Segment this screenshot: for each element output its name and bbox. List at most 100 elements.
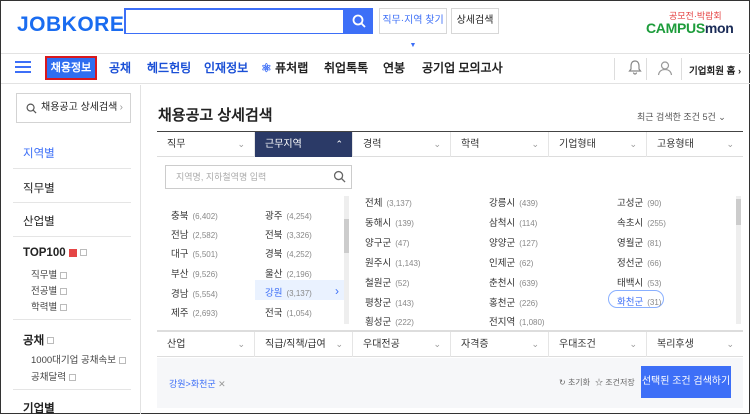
chevron-down-icon: ⌄ <box>335 339 343 349</box>
city-item[interactable]: 전지역 (1,080) <box>489 314 545 328</box>
tab-company-type[interactable]: 기업형태 ⌄ <box>549 132 647 157</box>
region-search-input[interactable]: 지역명, 지하철역명 입력 <box>165 165 352 189</box>
search-icon <box>26 103 37 114</box>
bell-icon[interactable] <box>627 59 643 79</box>
city-item[interactable]: 평창군 (143) <box>365 295 414 309</box>
city-item[interactable]: 정선군 (66) <box>617 255 661 269</box>
menu-icon[interactable] <box>15 61 31 73</box>
save-conditions-button[interactable]: ☆ 조건저장 <box>595 377 635 388</box>
apply-search-button[interactable]: 선택된 조건 검색하기 <box>641 366 731 398</box>
campusmon-logo[interactable]: CAMPUSmon <box>646 20 734 36</box>
nav-item-headhunting[interactable]: 헤드헌팅 <box>147 54 191 83</box>
province-item-selected[interactable]: 강원 (3,137) › <box>265 284 339 299</box>
nav-item-talent[interactable]: 인재정보 <box>204 54 248 83</box>
detail-search-button[interactable]: 상세검색 <box>451 8 499 34</box>
reset-button[interactable]: ↻ 초기화 <box>559 377 590 388</box>
job-region-button[interactable]: 직무·지역 찾기 ▼ <box>379 8 447 49</box>
city-item[interactable]: 태백시 (53) <box>617 275 661 289</box>
province-item[interactable]: 경북 (4,252) <box>265 246 312 260</box>
province-item[interactable]: 충북 (6,402) <box>171 208 218 222</box>
city-item[interactable]: 양구군 (47) <box>365 235 409 249</box>
city-item[interactable]: 횡성군 (222) <box>365 314 414 328</box>
page-title: 채용공고 상세검색 <box>158 107 273 124</box>
nav-item-jobs[interactable]: 채용정보 <box>45 56 97 80</box>
selected-condition-tag[interactable]: 강원>화천군 ✕ <box>169 377 226 390</box>
sidebar-sub-job[interactable]: 직무별 <box>31 267 68 281</box>
nav-divider <box>681 58 682 80</box>
nav-item-futurelab[interactable]: ⚛ 퓨처랩 <box>261 54 308 83</box>
sidebar-item-gongchae[interactable]: 공채 <box>23 332 55 348</box>
search-button[interactable] <box>345 8 373 34</box>
province-item[interactable]: 전남 (2,582) <box>171 227 218 241</box>
close-icon[interactable]: ✕ <box>218 379 226 389</box>
nav-item-mock-exam[interactable]: 공기업 모의고사 <box>422 54 503 83</box>
sidebar-sub-breaking[interactable]: 1000대기업 공채속보 <box>31 352 126 366</box>
nav-item-talk[interactable]: 취업톡톡 <box>324 54 368 83</box>
province-scrollbar-thumb[interactable] <box>344 219 349 253</box>
province-item[interactable]: 전북 (3,326) <box>265 227 312 241</box>
city-item[interactable]: 홍천군 (226) <box>489 295 538 309</box>
city-item[interactable]: 고성군 (90) <box>617 195 661 209</box>
sidebar-item-company[interactable]: 기업별 <box>23 400 55 414</box>
corporate-home-link[interactable]: 기업회원 홈 › <box>689 63 741 77</box>
checkbox-icon <box>60 271 68 279</box>
tab-preferred-condition[interactable]: 우대조건 ⌄ <box>549 332 647 357</box>
recent-conditions[interactable]: 최근 검색한 조건 5건 ⌄ <box>637 110 726 123</box>
tab-row-bottom: 산업 ⌄ 직급/직책/급여 ⌄ 우대전공 ⌄ 자격증 ⌄ 우대조건 ⌄ 복리후생 ⌄ <box>157 331 743 357</box>
tab-certificate[interactable]: 자격증 ⌄ <box>451 332 549 357</box>
province-item[interactable]: 광주 (4,254) <box>265 208 312 222</box>
detail-search-sidebar-button[interactable]: 채용공고 상세검색 › <box>16 93 131 123</box>
city-item[interactable]: 속초시 (255) <box>617 215 666 229</box>
search-input[interactable] <box>124 8 345 34</box>
city-item[interactable]: 전체 (3,137) <box>365 195 412 209</box>
sidebar-item-industry[interactable]: 산업별 <box>23 213 55 229</box>
chevron-down-icon: ⌄ <box>237 339 245 349</box>
sidebar-sub-education[interactable]: 학력별 <box>31 299 68 313</box>
chevron-down-icon: ⌄ <box>629 139 637 149</box>
city-item[interactable]: 양양군 (127) <box>489 235 538 249</box>
chevron-right-icon: › <box>119 102 123 113</box>
sidebar-item-job[interactable]: 직무별 <box>23 180 55 196</box>
province-item[interactable]: 대구 (5,501) <box>171 246 218 260</box>
province-item[interactable]: 제주 (2,693) <box>171 305 218 319</box>
city-scrollbar-thumb[interactable] <box>736 199 741 225</box>
tab-career[interactable]: 경력 ⌄ <box>353 132 451 157</box>
jobkorea-logo[interactable]: JOBKOREA <box>17 13 140 37</box>
city-item[interactable]: 삼척시 (114) <box>489 215 537 229</box>
city-item-selected[interactable]: 화천군 (31) <box>617 294 661 308</box>
tab-education[interactable]: 학력 ⌄ <box>451 132 549 157</box>
search-field[interactable] <box>126 11 343 33</box>
city-item[interactable]: 강릉시 (439) <box>489 195 538 209</box>
user-icon[interactable] <box>656 59 674 81</box>
sidebar-divider <box>13 389 131 390</box>
city-item[interactable]: 인제군 (62) <box>489 255 533 269</box>
province-item[interactable]: 울산 (2,196) <box>265 266 312 280</box>
sidebar-divider <box>13 168 131 169</box>
tab-preferred-major[interactable]: 우대전공 ⌄ <box>353 332 451 357</box>
province-item[interactable]: 경남 (5,554) <box>171 286 218 300</box>
star-icon: ☆ <box>595 378 603 387</box>
province-scrollbar[interactable] <box>344 196 349 324</box>
refresh-icon: ↻ <box>559 378 566 387</box>
nav-item-salary[interactable]: 연봉 <box>383 54 405 83</box>
sidebar-item-top100[interactable]: TOP100 <box>23 247 87 259</box>
city-item[interactable]: 영월군 (81) <box>617 235 661 249</box>
tab-region[interactable]: 근무지역 ⌃ <box>255 132 353 157</box>
province-item[interactable]: 부산 (9,526) <box>171 266 218 280</box>
sidebar-sub-calendar[interactable]: 공채달력 <box>31 369 76 383</box>
city-item[interactable]: 철원군 (52) <box>365 275 409 289</box>
nav-divider <box>614 58 615 80</box>
nav-item-gongchae[interactable]: 공채 <box>109 54 131 83</box>
city-item[interactable]: 동해시 (139) <box>365 215 414 229</box>
province-item[interactable]: 전국 (1,054) <box>265 305 312 319</box>
city-item[interactable]: 원주시 (1,143) <box>365 255 421 269</box>
tab-benefits[interactable]: 복리후생 ⌄ <box>647 332 743 357</box>
tab-employment-type[interactable]: 고용형태 ⌄ <box>647 132 743 157</box>
city-item[interactable]: 춘천시 (639) <box>489 275 538 289</box>
tab-job[interactable]: 직무 ⌄ <box>157 132 255 157</box>
tab-position-salary[interactable]: 직급/직책/급여 ⌄ <box>255 332 353 357</box>
tab-industry[interactable]: 산업 ⌄ <box>157 332 255 357</box>
sidebar-sub-major[interactable]: 전공별 <box>31 283 68 297</box>
sidebar-item-region[interactable]: 지역별 <box>23 145 55 161</box>
search-icon <box>352 14 366 28</box>
